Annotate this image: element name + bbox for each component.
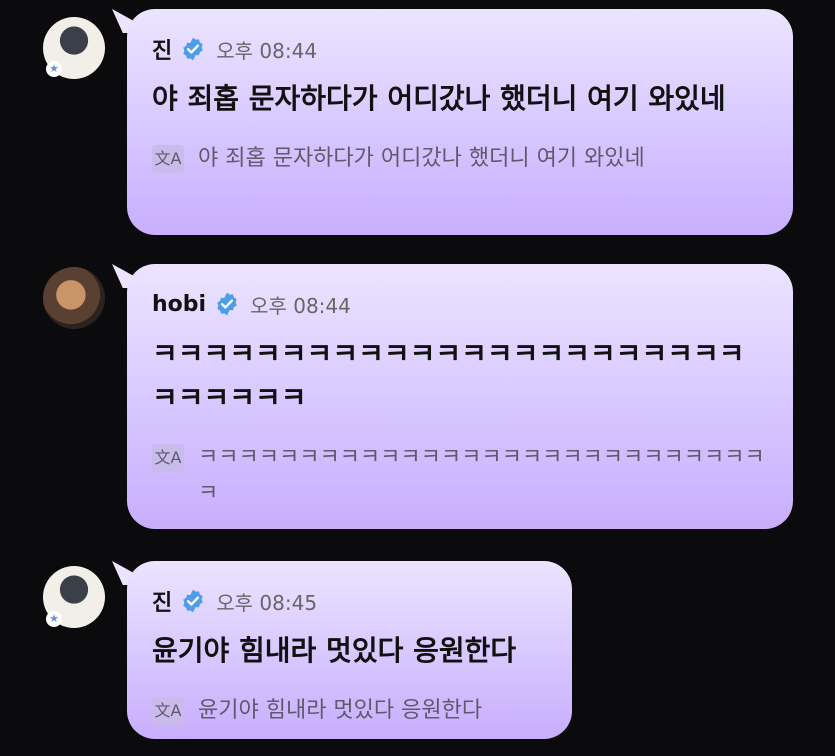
message-bubble[interactable]: hobi 오후 08:44 ㅋㅋㅋㅋㅋㅋㅋㅋㅋㅋㅋㅋㅋㅋㅋㅋㅋㅋㅋㅋㅋㅋㅋㅋㅋㅋ… <box>127 264 793 529</box>
message-bubble[interactable]: 진 오후 08:44 야 죄홉 문자하다가 어디갔나 했더니 여기 와있네 文A… <box>127 9 793 235</box>
translation-text: ㅋㅋㅋㅋㅋㅋㅋㅋㅋㅋㅋㅋㅋㅋㅋㅋㅋㅋㅋㅋㅋㅋㅋㅋㅋㅋㅋㅋㅋ <box>198 445 765 506</box>
verified-check-icon <box>183 589 203 613</box>
message-time: 오후 08:44 <box>250 293 351 318</box>
translation-row[interactable]: 文A 야 죄홉 문자하다가 어디갔나 했더니 여기 와있네 <box>152 141 769 177</box>
message-header: hobi 오후 08:44 <box>152 286 769 322</box>
message-time: 오후 08:44 <box>216 38 318 63</box>
sender-name: 진 <box>152 39 173 64</box>
verified-check-icon <box>183 37 203 61</box>
translation-text: 윤기야 힘내라 멋있다 응원한다 <box>198 698 483 723</box>
star-icon: ★ <box>46 61 62 77</box>
sender-name: 진 <box>152 591 173 616</box>
translation-row[interactable]: 文A 윤기야 힘내라 멋있다 응원한다 <box>152 693 548 729</box>
translation-text: 야 죄홉 문자하다가 어디갔나 했더니 여기 와있네 <box>198 146 645 171</box>
message-text: ㅋㅋㅋㅋㅋㅋㅋㅋㅋㅋㅋㅋㅋㅋㅋㅋㅋㅋㅋㅋㅋㅋㅋㅋㅋㅋㅋㅋㅋ <box>152 337 745 414</box>
avatar[interactable] <box>43 267 105 329</box>
message-text: 윤기야 힘내라 멋있다 응원한다 <box>152 634 517 667</box>
star-icon: ★ <box>46 611 62 627</box>
message-bubble[interactable]: 진 오후 08:45 윤기야 힘내라 멋있다 응원한다 文A 윤기야 힘내라 멋… <box>127 561 572 739</box>
message-text: 야 죄홉 문자하다가 어디갔나 했더니 여기 와있네 <box>152 82 726 115</box>
verified-check-icon <box>217 292 237 316</box>
translation-row[interactable]: 文A ㅋㅋㅋㅋㅋㅋㅋㅋㅋㅋㅋㅋㅋㅋㅋㅋㅋㅋㅋㅋㅋㅋㅋㅋㅋㅋㅋㅋㅋ <box>152 440 769 512</box>
message-header: 진 오후 08:45 <box>152 583 548 619</box>
translate-icon[interactable]: 文A <box>152 697 184 725</box>
message-header: 진 오후 08:44 <box>152 31 769 67</box>
message-time: 오후 08:45 <box>216 590 318 615</box>
sender-name: hobi <box>152 291 207 317</box>
translate-icon[interactable]: 文A <box>152 444 184 472</box>
translate-icon[interactable]: 文A <box>152 145 184 173</box>
